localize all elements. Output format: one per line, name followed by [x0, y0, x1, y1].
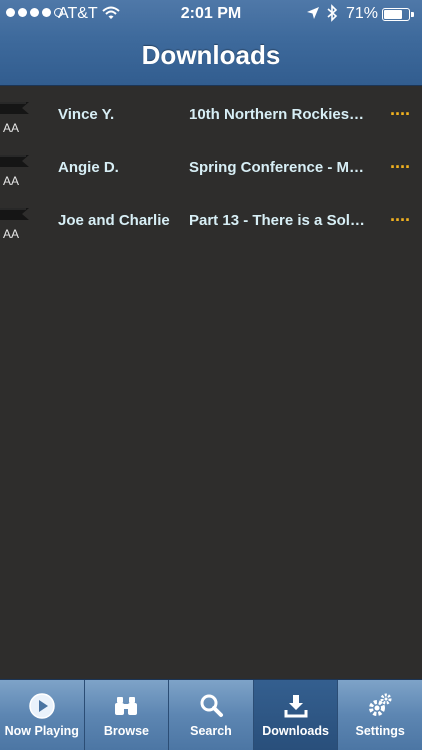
ribbon-tag-icon — [0, 154, 29, 167]
collection-tag: AA — [3, 227, 20, 241]
more-options-button[interactable]: ···· — [390, 157, 411, 178]
download-row[interactable]: AA Joe and Charlie Part 13 - There is a … — [0, 194, 422, 247]
status-bar: AT&T 2:01 PM 71% — [0, 0, 422, 28]
download-row[interactable]: AA Angie D. Spring Conference - M… ···· — [0, 141, 422, 194]
battery-icon — [382, 8, 414, 21]
speaker-name: Angie D. — [58, 159, 119, 176]
talk-title: 10th Northern Rockies… — [189, 106, 365, 123]
binoculars-icon — [85, 692, 169, 720]
downloads-list: AA Vince Y. 10th Northern Rockies… ···· … — [0, 88, 422, 247]
more-options-button[interactable]: ···· — [390, 104, 411, 125]
tab-downloads[interactable]: Downloads — [253, 680, 339, 750]
tab-browse[interactable]: Browse — [84, 680, 170, 750]
tab-label: Downloads — [262, 724, 329, 738]
magnifier-icon — [169, 692, 253, 720]
download-tray-icon — [254, 692, 338, 720]
collection-tag: AA — [3, 121, 20, 135]
tab-label: Search — [190, 724, 232, 738]
more-options-button[interactable]: ···· — [390, 210, 411, 231]
speaker-name: Vince Y. — [58, 106, 115, 123]
bluetooth-icon — [327, 4, 338, 26]
download-row[interactable]: AA Vince Y. 10th Northern Rockies… ···· — [0, 88, 422, 141]
tab-now-playing[interactable]: Now Playing — [0, 680, 85, 750]
talk-title: Spring Conference - M… — [189, 159, 365, 176]
location-arrow-icon — [306, 6, 320, 24]
page-title: Downloads — [141, 40, 281, 70]
navigation-header: AT&T 2:01 PM 71% Downloads — [0, 0, 422, 86]
tab-settings[interactable]: Settings — [338, 680, 422, 750]
tab-search[interactable]: Search — [169, 680, 254, 750]
ribbon-tag-icon — [0, 207, 29, 220]
ribbon-tag-icon — [0, 101, 29, 114]
battery-fill — [384, 10, 403, 19]
tab-bar: Now Playing Browse Search Downloads Sett… — [0, 679, 422, 750]
battery-percent: 71% — [346, 5, 379, 22]
speaker-name: Joe and Charlie — [58, 212, 170, 229]
tab-label: Browse — [103, 724, 149, 738]
tab-label: Settings — [355, 724, 405, 738]
play-circle-icon — [0, 692, 84, 720]
gears-icon — [338, 692, 422, 720]
collection-tag: AA — [3, 174, 20, 188]
tab-label: Now Playing — [4, 724, 79, 738]
battery-nub — [411, 12, 414, 17]
talk-title: Part 13 - There is a Sol… — [189, 212, 365, 229]
